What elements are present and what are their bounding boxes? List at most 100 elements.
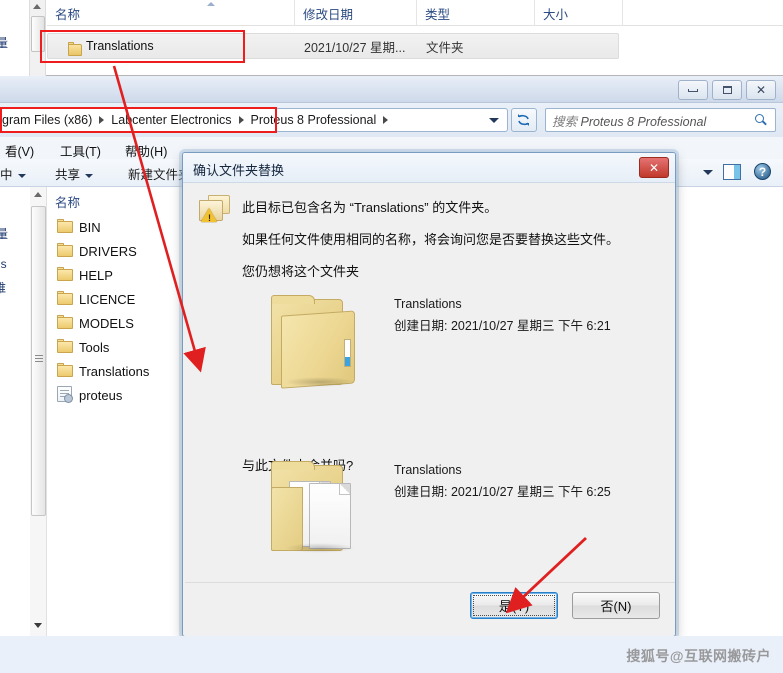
target-folder-icon [267,457,363,557]
explorer-address-row: gram Files (x86) Labcenter Electronics P… [0,103,783,137]
top-window-file-row[interactable]: Translations 2021/10/27 星期... 文件夹 [47,33,619,59]
minimize-button[interactable] [678,80,708,100]
dialog-title-bar: 确认文件夹替换 ✕ [183,153,675,183]
folder-icon [68,42,82,56]
top-row-name-label: Translations [86,39,154,53]
yes-button[interactable]: 是(Y) [470,592,558,619]
folder-icon [57,291,73,305]
dialog-title: 确认文件夹替换 [193,163,285,178]
scroll-up-arrow-icon[interactable] [34,192,42,197]
search-input[interactable]: 搜索 Proteus 8 Professional [545,108,776,132]
folder-icon [57,363,73,377]
top-window-scrollbar[interactable] [30,0,46,76]
folder-warning-icon: ! [199,195,233,227]
close-icon: ✕ [648,160,660,175]
top-row-date-cell: 2021/10/27 星期... [304,40,406,55]
search-icon [755,114,768,127]
column-header-size[interactable]: 大小 [535,0,623,26]
list-item-label: proteus [79,387,123,403]
top-window-left-strip: 量 [0,0,30,76]
file-list-header-name[interactable]: 名称 [55,192,80,211]
folder-icon [57,315,73,329]
left-edge-line-1: ds [0,257,7,271]
list-item-label: MODELS [79,315,134,331]
dialog-message-line-1: 此目标已包含名为 “Translations” 的文件夹。 [242,200,498,215]
column-header-date-label: 修改日期 [303,7,354,22]
scroll-up-arrow-icon[interactable] [33,4,41,9]
dialog-body: ! 此目标已包含名为 “Translations” 的文件夹。 如果任何文件使用… [185,183,675,603]
scrollbar-thumb[interactable] [31,206,46,516]
no-button-label: 否(N) [600,599,632,614]
explorer-title-bar: ✕ [0,76,783,103]
target-folder-date: 创建日期: 2021/10/27 星期三 下午 6:25 [394,485,611,499]
source-folder-date: 创建日期: 2021/10/27 星期三 下午 6:21 [394,319,611,333]
command-organize-label: 中 [0,168,13,182]
dialog-message-line-3: 您仍想将这个文件夹 [242,264,360,279]
background-explorer-window: 量 名称 修改日期 类型 大小 [0,0,783,76]
column-header-name[interactable]: 名称 [47,0,295,26]
watermark-text: 搜狐号@互联网搬砖户 [626,648,771,664]
list-item-label: DRIVERS [79,243,137,259]
left-edge-line-2: 维 [0,281,7,295]
list-item[interactable]: Tools [57,335,109,359]
top-row-name-cell: Translations [66,39,154,56]
chevron-right-icon [99,116,105,124]
yes-button-label: 是(Y) [498,599,530,614]
command-share[interactable]: 共享 [55,164,94,183]
list-item[interactable]: LICENCE [57,287,135,311]
list-item[interactable]: proteus [57,383,122,407]
column-header-spare[interactable] [623,0,673,26]
folder-icon [57,267,73,281]
chevron-right-icon [238,116,244,124]
folder-icon [57,219,73,233]
config-file-icon [57,386,73,403]
scroll-down-arrow-icon[interactable] [34,623,42,628]
list-item[interactable]: MODELS [57,311,134,335]
explorer-left-edge-strip: 量 ds 维 [0,187,30,636]
list-item[interactable]: BIN [57,215,101,239]
search-placeholder-prefix: 搜索 [552,114,581,129]
command-organize[interactable]: 中 [0,164,26,183]
maximize-icon [722,86,732,94]
dialog-footer: 是(Y) 否(N) [185,582,675,634]
search-placeholder: 搜索 Proteus 8 Professional [552,111,706,130]
breadcrumb-item-2[interactable]: Proteus 8 Professional [249,113,379,127]
breadcrumb-item-0[interactable]: gram Files (x86) [0,113,94,127]
chevron-down-icon [17,173,26,178]
list-item-label: Tools [79,339,110,355]
list-item[interactable]: HELP [57,263,113,287]
refresh-button[interactable] [511,108,537,132]
explorer-vertical-scrollbar[interactable] [30,187,47,636]
scrollbar-thumb[interactable] [31,16,45,52]
target-folder-name: Translations [394,463,462,477]
column-header-type-label: 类型 [425,7,451,22]
confirm-folder-replace-dialog: 确认文件夹替换 ✕ ! 此目标已包含名为 “Translations” 的文件夹… [182,152,676,637]
source-folder-icon [267,291,363,391]
folder-icon [57,243,73,257]
close-button[interactable]: ✕ [746,80,776,100]
address-dropdown-icon[interactable] [489,118,499,123]
list-item[interactable]: Translations [57,359,149,383]
source-folder-name: Translations [394,297,462,311]
chevron-right-icon [383,116,389,124]
no-button[interactable]: 否(N) [572,592,660,619]
dialog-close-button[interactable]: ✕ [639,157,669,178]
column-header-type[interactable]: 类型 [417,0,535,26]
top-window-left-edge-text: 量 [0,34,8,51]
chevron-down-icon [85,173,94,178]
sort-ascending-icon [207,2,215,6]
preview-pane-icon[interactable] [723,164,741,180]
help-icon[interactable]: ? [754,163,771,180]
list-item[interactable]: DRIVERS [57,239,137,263]
top-window-column-headers: 名称 修改日期 类型 大小 [47,0,783,26]
screen-root: 量 名称 修改日期 类型 大小 [0,0,783,673]
list-item-label: Translations [79,363,150,379]
maximize-button[interactable] [712,80,742,100]
breadcrumb-item-1[interactable]: Labcenter Electronics [109,113,233,127]
list-item-label: LICENCE [79,291,136,307]
minimize-icon [688,88,698,92]
address-bar[interactable]: gram Files (x86) Labcenter Electronics P… [0,108,508,132]
column-header-date[interactable]: 修改日期 [295,0,417,26]
column-header-name-label: 名称 [55,7,81,22]
view-options-chevron-icon[interactable] [703,170,713,175]
